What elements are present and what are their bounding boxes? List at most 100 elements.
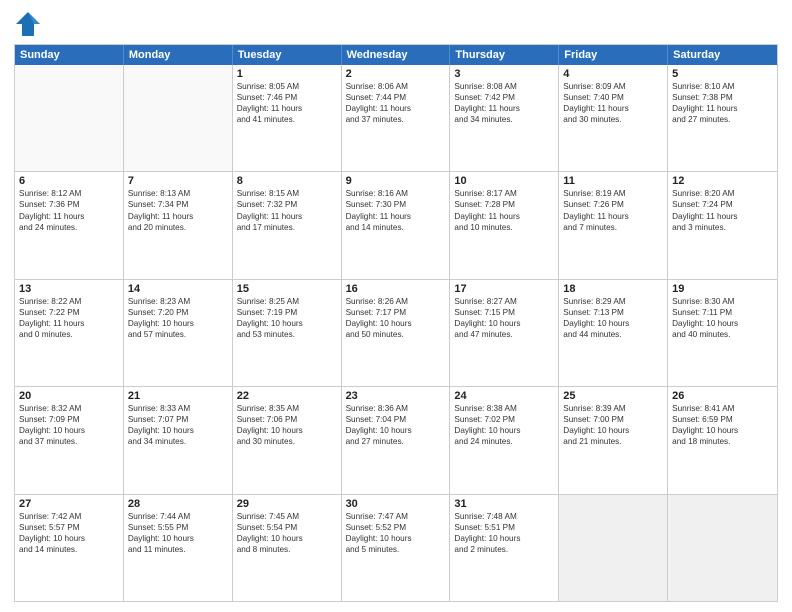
logo bbox=[14, 10, 46, 38]
cell-info-line: Sunrise: 8:09 AM bbox=[563, 81, 663, 92]
cell-info-line: and 7 minutes. bbox=[563, 222, 663, 233]
cell-info-line: Daylight: 11 hours bbox=[563, 103, 663, 114]
cell-info-line: and 37 minutes. bbox=[346, 114, 446, 125]
cell-info-line: Daylight: 10 hours bbox=[454, 533, 554, 544]
cal-cell: 9Sunrise: 8:16 AMSunset: 7:30 PMDaylight… bbox=[342, 172, 451, 278]
cal-cell: 30Sunrise: 7:47 AMSunset: 5:52 PMDayligh… bbox=[342, 495, 451, 601]
cell-info-line: Daylight: 11 hours bbox=[346, 211, 446, 222]
calendar-body: 1Sunrise: 8:05 AMSunset: 7:46 PMDaylight… bbox=[15, 65, 777, 601]
cell-info-line: Daylight: 11 hours bbox=[563, 211, 663, 222]
day-number: 4 bbox=[563, 68, 663, 80]
cell-info-line: and 47 minutes. bbox=[454, 329, 554, 340]
cell-info-line: and 17 minutes. bbox=[237, 222, 337, 233]
cell-info-line: Sunset: 7:06 PM bbox=[237, 414, 337, 425]
cell-info-line: Sunset: 7:02 PM bbox=[454, 414, 554, 425]
cell-info-line: Daylight: 10 hours bbox=[563, 318, 663, 329]
day-number: 23 bbox=[346, 390, 446, 402]
cell-info-line: Sunset: 7:44 PM bbox=[346, 92, 446, 103]
cell-info-line: Daylight: 10 hours bbox=[237, 425, 337, 436]
header-day-saturday: Saturday bbox=[668, 45, 777, 65]
header-day-tuesday: Tuesday bbox=[233, 45, 342, 65]
cell-info-line: and 5 minutes. bbox=[346, 544, 446, 555]
cal-cell: 5Sunrise: 8:10 AMSunset: 7:38 PMDaylight… bbox=[668, 65, 777, 171]
day-number: 12 bbox=[672, 175, 773, 187]
cell-info-line: and 24 minutes. bbox=[454, 436, 554, 447]
cell-info-line: Sunset: 7:28 PM bbox=[454, 199, 554, 210]
day-number: 25 bbox=[563, 390, 663, 402]
cell-info-line: Sunset: 7:09 PM bbox=[19, 414, 119, 425]
cell-info-line: and 11 minutes. bbox=[128, 544, 228, 555]
cell-info-line: and 3 minutes. bbox=[672, 222, 773, 233]
cell-info-line: Sunrise: 8:19 AM bbox=[563, 188, 663, 199]
page: SundayMondayTuesdayWednesdayThursdayFrid… bbox=[0, 0, 792, 612]
cell-info-line: Daylight: 10 hours bbox=[672, 318, 773, 329]
cell-info-line: Sunset: 5:57 PM bbox=[19, 522, 119, 533]
day-number: 21 bbox=[128, 390, 228, 402]
cal-cell: 19Sunrise: 8:30 AMSunset: 7:11 PMDayligh… bbox=[668, 280, 777, 386]
cell-info-line: and 34 minutes. bbox=[454, 114, 554, 125]
cell-info-line: and 40 minutes. bbox=[672, 329, 773, 340]
cell-info-line: Daylight: 10 hours bbox=[19, 425, 119, 436]
cell-info-line: and 0 minutes. bbox=[19, 329, 119, 340]
cell-info-line: Sunset: 7:11 PM bbox=[672, 307, 773, 318]
cell-info-line: Sunset: 7:30 PM bbox=[346, 199, 446, 210]
cell-info-line: Daylight: 11 hours bbox=[672, 103, 773, 114]
cell-info-line: Sunrise: 8:17 AM bbox=[454, 188, 554, 199]
cal-cell bbox=[124, 65, 233, 171]
day-number: 9 bbox=[346, 175, 446, 187]
day-number: 8 bbox=[237, 175, 337, 187]
day-number: 18 bbox=[563, 283, 663, 295]
cell-info-line: Sunset: 6:59 PM bbox=[672, 414, 773, 425]
cell-info-line: Daylight: 10 hours bbox=[346, 425, 446, 436]
cal-cell: 15Sunrise: 8:25 AMSunset: 7:19 PMDayligh… bbox=[233, 280, 342, 386]
header-day-sunday: Sunday bbox=[15, 45, 124, 65]
cell-info-line: and 30 minutes. bbox=[563, 114, 663, 125]
cell-info-line: Sunrise: 8:26 AM bbox=[346, 296, 446, 307]
cell-info-line: Sunset: 7:26 PM bbox=[563, 199, 663, 210]
day-number: 1 bbox=[237, 68, 337, 80]
day-number: 16 bbox=[346, 283, 446, 295]
cell-info-line: Sunrise: 7:45 AM bbox=[237, 511, 337, 522]
cell-info-line: Sunrise: 8:20 AM bbox=[672, 188, 773, 199]
calendar-header-row: SundayMondayTuesdayWednesdayThursdayFrid… bbox=[15, 45, 777, 65]
cell-info-line: and 8 minutes. bbox=[237, 544, 337, 555]
cell-info-line: Daylight: 11 hours bbox=[454, 103, 554, 114]
cell-info-line: Sunset: 5:52 PM bbox=[346, 522, 446, 533]
day-number: 29 bbox=[237, 498, 337, 510]
cell-info-line: Sunrise: 7:44 AM bbox=[128, 511, 228, 522]
cell-info-line: Sunrise: 8:38 AM bbox=[454, 403, 554, 414]
cal-cell: 27Sunrise: 7:42 AMSunset: 5:57 PMDayligh… bbox=[15, 495, 124, 601]
header bbox=[14, 10, 778, 38]
day-number: 24 bbox=[454, 390, 554, 402]
cal-cell: 2Sunrise: 8:06 AMSunset: 7:44 PMDaylight… bbox=[342, 65, 451, 171]
cell-info-line: and 27 minutes. bbox=[672, 114, 773, 125]
cell-info-line: and 10 minutes. bbox=[454, 222, 554, 233]
cal-cell: 8Sunrise: 8:15 AMSunset: 7:32 PMDaylight… bbox=[233, 172, 342, 278]
day-number: 13 bbox=[19, 283, 119, 295]
cell-info-line: Sunrise: 8:05 AM bbox=[237, 81, 337, 92]
cell-info-line: and 27 minutes. bbox=[346, 436, 446, 447]
cell-info-line: and 20 minutes. bbox=[128, 222, 228, 233]
cell-info-line: and 14 minutes. bbox=[19, 544, 119, 555]
cell-info-line: Sunrise: 8:15 AM bbox=[237, 188, 337, 199]
cal-cell: 28Sunrise: 7:44 AMSunset: 5:55 PMDayligh… bbox=[124, 495, 233, 601]
cal-cell: 13Sunrise: 8:22 AMSunset: 7:22 PMDayligh… bbox=[15, 280, 124, 386]
day-number: 27 bbox=[19, 498, 119, 510]
cell-info-line: Sunrise: 8:30 AM bbox=[672, 296, 773, 307]
cell-info-line: Sunrise: 8:13 AM bbox=[128, 188, 228, 199]
day-number: 22 bbox=[237, 390, 337, 402]
cell-info-line: Sunrise: 8:39 AM bbox=[563, 403, 663, 414]
cell-info-line: Sunset: 7:42 PM bbox=[454, 92, 554, 103]
cell-info-line: and 30 minutes. bbox=[237, 436, 337, 447]
day-number: 3 bbox=[454, 68, 554, 80]
cal-cell: 4Sunrise: 8:09 AMSunset: 7:40 PMDaylight… bbox=[559, 65, 668, 171]
cell-info-line: Sunrise: 8:22 AM bbox=[19, 296, 119, 307]
cell-info-line: Sunset: 7:17 PM bbox=[346, 307, 446, 318]
cell-info-line: Sunset: 5:54 PM bbox=[237, 522, 337, 533]
cal-cell: 3Sunrise: 8:08 AMSunset: 7:42 PMDaylight… bbox=[450, 65, 559, 171]
cal-cell: 17Sunrise: 8:27 AMSunset: 7:15 PMDayligh… bbox=[450, 280, 559, 386]
cell-info-line: Sunset: 7:36 PM bbox=[19, 199, 119, 210]
cell-info-line: Sunset: 7:20 PM bbox=[128, 307, 228, 318]
cell-info-line: Sunrise: 8:23 AM bbox=[128, 296, 228, 307]
cell-info-line: and 37 minutes. bbox=[19, 436, 119, 447]
